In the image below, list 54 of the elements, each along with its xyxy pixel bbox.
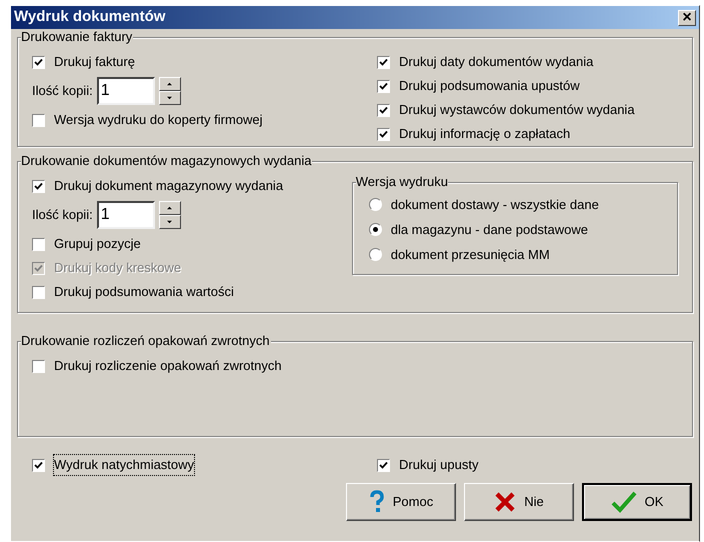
checkbox-label[interactable]: Drukuj informację o zapłatach bbox=[399, 124, 570, 144]
checkbox-label[interactable]: Drukuj wystawców dokumentów wydania bbox=[399, 100, 635, 120]
checkbox[interactable] bbox=[32, 360, 45, 372]
close-button[interactable]: × bbox=[678, 10, 696, 26]
help-button[interactable]: Pomoc bbox=[346, 483, 456, 521]
checkbox[interactable] bbox=[377, 80, 390, 92]
checkbox-label[interactable]: Drukuj podsumowania wartości bbox=[54, 282, 234, 302]
arrow-down-icon bbox=[166, 220, 174, 224]
group-title: Drukowanie dokumentów magazynowych wydania bbox=[21, 153, 312, 169]
checkbox[interactable] bbox=[377, 458, 390, 472]
checkbox-label[interactable]: Drukuj rozliczenie opakowań zwrotnych bbox=[54, 356, 282, 376]
check-mark-icon bbox=[610, 491, 637, 513]
copies-input[interactable]: 1 bbox=[96, 77, 155, 105]
spin-down-button[interactable] bbox=[158, 215, 181, 229]
radio-button[interactable] bbox=[368, 223, 382, 236]
checkbox[interactable] bbox=[32, 114, 45, 126]
checkbox-label[interactable]: Wersja wydruku do koperty firmowej bbox=[54, 110, 263, 130]
radio-label[interactable]: dokument przesunięcia MM bbox=[390, 244, 550, 264]
checkbox[interactable] bbox=[377, 56, 390, 68]
spin-down-button[interactable] bbox=[158, 91, 181, 105]
checkbox-label[interactable]: Drukuj dokument magazynowy wydania bbox=[54, 176, 284, 196]
checkbox[interactable] bbox=[32, 458, 45, 472]
radio-button[interactable] bbox=[368, 248, 382, 261]
radio-label[interactable]: dokument dostawy - wszystkie dane bbox=[390, 194, 599, 214]
checkbox[interactable] bbox=[32, 238, 45, 250]
arrow-up-icon bbox=[166, 206, 174, 210]
field-label: Ilość kopii: bbox=[32, 82, 93, 100]
checkbox-label[interactable]: Grupuj pozycje bbox=[54, 234, 141, 254]
window-title: Wydruk dokumentów bbox=[14, 7, 166, 28]
checkbox-label[interactable]: Drukuj fakturę bbox=[54, 52, 135, 72]
arrow-up-icon bbox=[166, 82, 174, 86]
spin-up-button[interactable] bbox=[158, 201, 181, 215]
cancel-button[interactable]: Nie bbox=[464, 483, 574, 521]
radio-label[interactable]: dla magazynu - dane podstawowe bbox=[390, 220, 588, 240]
question-mark-icon bbox=[368, 490, 385, 514]
checkbox[interactable] bbox=[32, 286, 45, 298]
checkbox-label[interactable]: Wydruk natychmiastowy bbox=[54, 455, 194, 475]
checkbox-label[interactable]: Drukuj daty dokumentów wydania bbox=[399, 52, 594, 72]
checkbox[interactable] bbox=[32, 56, 45, 68]
checkbox-label[interactable]: Drukuj upusty bbox=[399, 455, 478, 475]
spin-up-button[interactable] bbox=[158, 77, 181, 91]
ok-button[interactable]: OK bbox=[582, 483, 692, 521]
arrow-down-icon bbox=[166, 96, 174, 100]
checkbox[interactable] bbox=[32, 180, 45, 192]
group-title: Drukowanie rozliczeń opakowań zwrotnych bbox=[21, 333, 271, 349]
field-label: Ilość kopii: bbox=[32, 206, 93, 224]
radio-button[interactable] bbox=[368, 198, 382, 211]
checkbox-label[interactable]: Drukuj podsumowania upustów bbox=[399, 76, 580, 96]
checkbox[interactable] bbox=[377, 104, 390, 116]
group-title: Drukowanie faktury bbox=[21, 29, 134, 45]
group-title: Wersja wydruku bbox=[356, 174, 448, 190]
checkbox[interactable] bbox=[377, 128, 390, 140]
copies-input[interactable]: 1 bbox=[96, 201, 155, 229]
x-mark-icon bbox=[494, 491, 516, 513]
